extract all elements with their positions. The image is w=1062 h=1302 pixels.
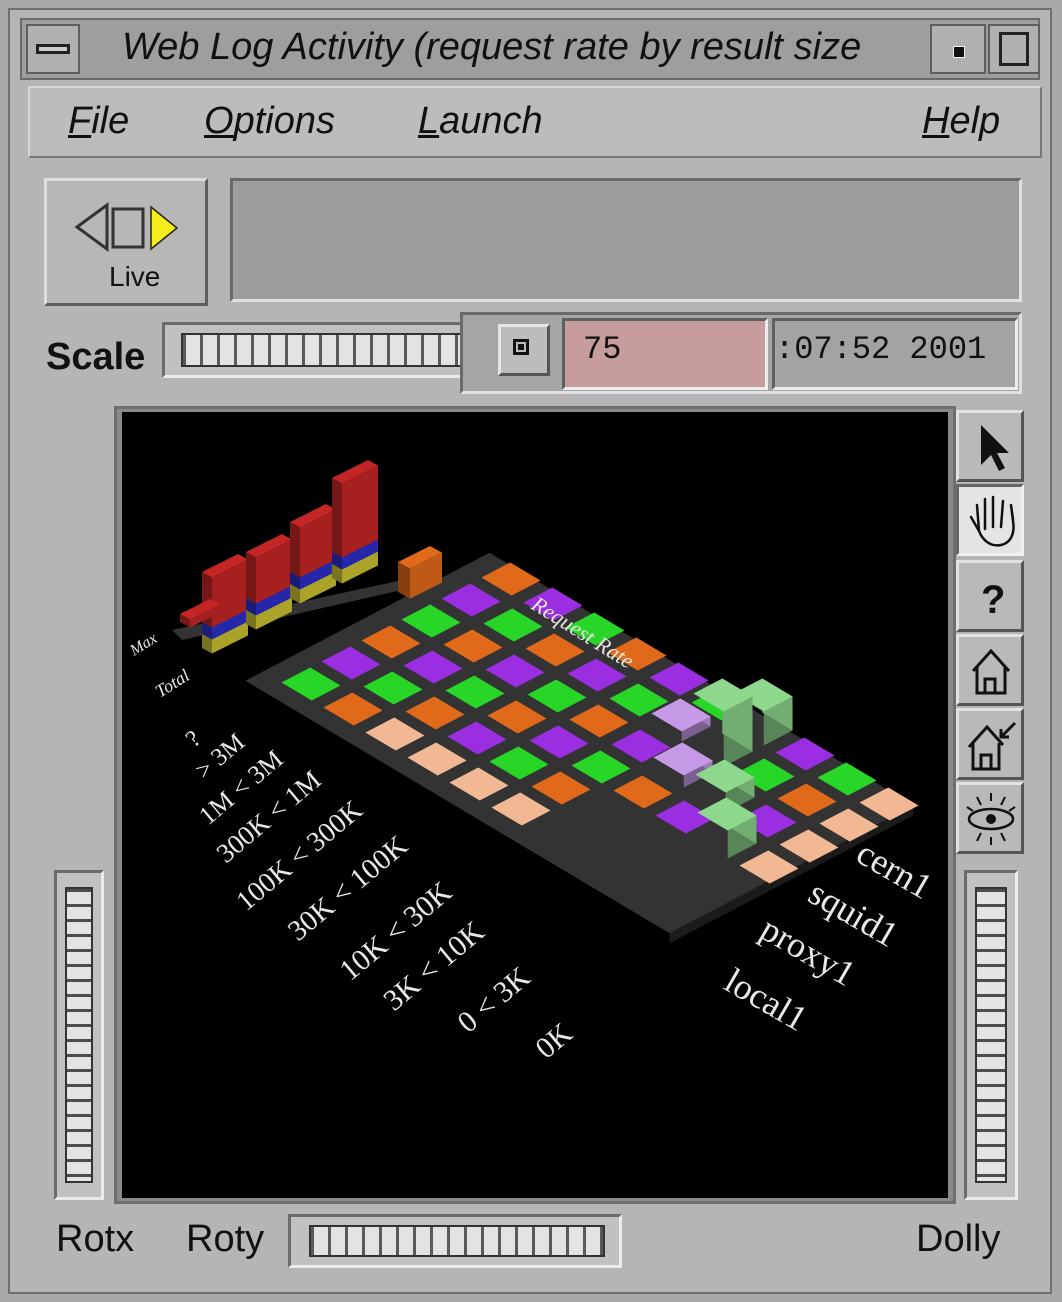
toggle-icon: [513, 339, 529, 355]
3d-scene[interactable]: MaxTotalRequest Rate?> 3M1M < 3M300K < 1…: [122, 412, 948, 1198]
menu-file[interactable]: File: [68, 100, 129, 143]
roty-thumbwheel-grip[interactable]: [309, 1225, 605, 1257]
live-vcr-button[interactable]: Live: [44, 178, 208, 306]
dolly-label: Dolly: [916, 1218, 1001, 1260]
pointer-icon: [981, 425, 1009, 471]
total-label: Total: [152, 665, 193, 701]
menu-launch[interactable]: Launch: [418, 100, 543, 143]
minimize-icon: [953, 46, 965, 58]
size-bucket-label: ?: [181, 726, 206, 753]
scale-slider[interactable]: [162, 322, 494, 378]
title-bar[interactable]: Web Log Activity (request rate by result…: [20, 18, 1040, 80]
hand-icon: [969, 495, 1015, 547]
summary-bar-side: [332, 478, 342, 558]
window-menu-button[interactable]: [26, 24, 80, 74]
help-tool-button[interactable]: ?: [956, 560, 1024, 632]
live-label: Live: [109, 261, 161, 292]
time-display: :07:52 2001: [772, 318, 1018, 390]
home-tool-button[interactable]: [956, 634, 1024, 706]
roty-label: Roty: [186, 1218, 265, 1260]
set-home-tool-button[interactable]: [956, 708, 1024, 780]
menu-help[interactable]: Help: [922, 100, 1000, 143]
size-bucket-label: 0K: [529, 1016, 579, 1065]
minimize-button[interactable]: [930, 24, 986, 74]
help-icon: ?: [981, 578, 1005, 622]
home-icon: [971, 648, 1011, 695]
pointer-tool-button[interactable]: [956, 410, 1024, 482]
menu-options[interactable]: Options: [204, 100, 335, 143]
scale-slider-thumb[interactable]: [181, 333, 479, 367]
set-home-icon: [967, 721, 1017, 771]
3d-viewer[interactable]: Max Total Request Rate? > 3M 1M < 3M 300K < 1…: [122, 412, 948, 1198]
dolly-thumbwheel-grip[interactable]: [975, 887, 1007, 1183]
maximize-button[interactable]: [988, 24, 1040, 74]
menu-bar: File Options Launch Help: [28, 86, 1042, 158]
roty-thumbwheel[interactable]: [288, 1214, 622, 1268]
scale-toggle-button[interactable]: [498, 324, 550, 376]
rotx-thumbwheel-grip[interactable]: [65, 887, 93, 1183]
summary-bar-side: [246, 552, 256, 604]
eye-icon: [966, 793, 1016, 845]
scale-label: Scale: [46, 336, 146, 378]
summary-bar-side: [290, 522, 300, 578]
max-label: Max: [126, 630, 160, 660]
window-title: Web Log Activity (request rate by result…: [122, 26, 862, 68]
dolly-thumbwheel[interactable]: [964, 870, 1018, 1200]
maximize-icon: [999, 32, 1029, 66]
vcr-icon: [74, 202, 179, 252]
scale-value-field[interactable]: 75: [562, 318, 768, 390]
rotx-thumbwheel[interactable]: [54, 870, 104, 1200]
hand-tool-button[interactable]: [956, 484, 1024, 556]
view-all-tool-button[interactable]: [956, 782, 1024, 854]
status-area: [230, 178, 1022, 302]
host-label: local1: [718, 960, 814, 1039]
svg-text:?: ?: [981, 578, 1005, 622]
size-bucket-label: 0 < 3K: [451, 960, 536, 1039]
window-menu-icon: [36, 44, 70, 54]
rotx-label: Rotx: [56, 1218, 135, 1260]
